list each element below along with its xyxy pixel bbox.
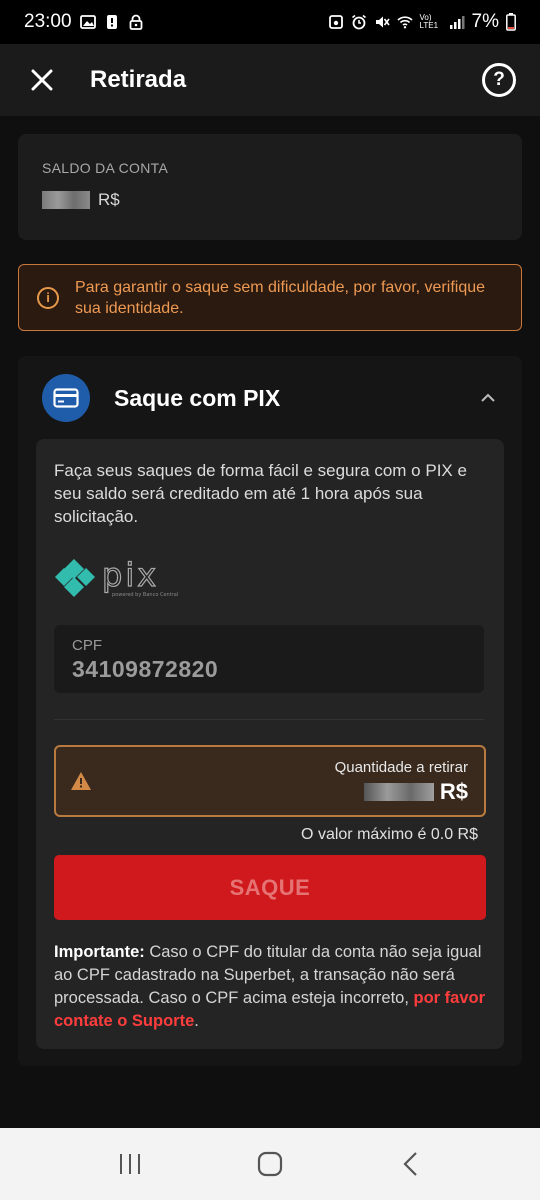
saque-button[interactable]: SAQUE: [54, 855, 486, 920]
divider: [54, 719, 484, 720]
important-end: .: [194, 1012, 199, 1030]
balance-currency: R$: [98, 190, 120, 209]
status-bar: 23:00 Vo) LTE1 7%: [0, 0, 540, 44]
amount-label: Quantidade a retirar: [334, 759, 468, 776]
cpf-value: 34109872820: [72, 656, 219, 682]
balance-label: SALDO DA CONTA: [42, 160, 169, 176]
max-value-note: O valor máximo é 0.0 R$: [301, 826, 478, 843]
pix-logo-subtext: powered by Banco Central: [112, 592, 178, 598]
info-icon: i: [37, 286, 59, 309]
recents-icon: [120, 1154, 140, 1174]
alarm-icon: [351, 14, 366, 30]
battery-icon: [506, 13, 516, 31]
alert-icon: [106, 15, 117, 29]
pix-panel-title: Saque com PIX: [114, 384, 281, 411]
back-icon: [403, 1152, 417, 1176]
important-note: Importante: Caso o CPF do titular da con…: [54, 941, 494, 1033]
warning-text: Para garantir o saque sem dificuldade, p…: [75, 278, 486, 317]
home-button[interactable]: [250, 1144, 290, 1184]
app-header: Retirada ?: [0, 44, 540, 116]
recent-apps-button[interactable]: [110, 1144, 150, 1184]
signal-icon: [449, 16, 465, 29]
help-icon: ?: [493, 69, 505, 90]
cpf-field[interactable]: CPF 34109872820: [54, 625, 484, 693]
image-icon: [79, 15, 96, 29]
balance-value: R$: [42, 190, 498, 210]
pix-diamond-icon: [55, 559, 95, 597]
wifi-icon: [396, 16, 413, 29]
amount-input[interactable]: Quantidade a retirar R$: [54, 745, 486, 817]
lock-icon: [129, 14, 142, 30]
cpf-label: CPF: [72, 637, 102, 654]
battery-percent: 7%: [471, 11, 499, 32]
chevron-up-icon: [481, 393, 495, 402]
help-button[interactable]: ?: [482, 63, 516, 97]
collapse-toggle[interactable]: [478, 388, 498, 408]
balance-card: SALDO DA CONTA R$: [18, 134, 522, 240]
save-icon: [328, 15, 343, 29]
balance-blurred-amount: [42, 191, 90, 209]
status-time: 23:00: [24, 11, 72, 32]
lte-label: Vo) LTE1: [419, 13, 439, 30]
amount-blurred-value: [363, 783, 434, 801]
pix-description: Faça seus saques de forma fácil e segura…: [54, 461, 467, 526]
pix-panel-header[interactable]: Saque com PIX: [18, 356, 522, 440]
back-button[interactable]: [390, 1144, 430, 1184]
pix-logo: pix powered by Banco Central: [55, 556, 178, 598]
pix-withdraw-panel: Saque com PIX Faça seus saques de forma …: [18, 356, 522, 1066]
mute-icon: [375, 16, 390, 28]
amount-value: R$: [363, 779, 468, 805]
home-icon: [257, 1151, 283, 1177]
important-label: Importante:: [54, 943, 145, 961]
amount-currency: R$: [439, 779, 468, 804]
close-icon: [31, 69, 53, 91]
page-title: Retirada: [90, 66, 187, 93]
pix-form: Faça seus saques de forma fácil e segura…: [36, 439, 504, 1049]
credit-card-icon: [53, 388, 79, 408]
card-icon-circle: [42, 374, 90, 422]
android-nav-bar: [0, 1128, 540, 1200]
identity-warning-banner[interactable]: i Para garantir o saque sem dificuldade,…: [18, 264, 522, 331]
pix-logo-text: pix: [102, 556, 159, 594]
close-button[interactable]: [24, 62, 60, 98]
warning-triangle-icon: [71, 772, 91, 790]
